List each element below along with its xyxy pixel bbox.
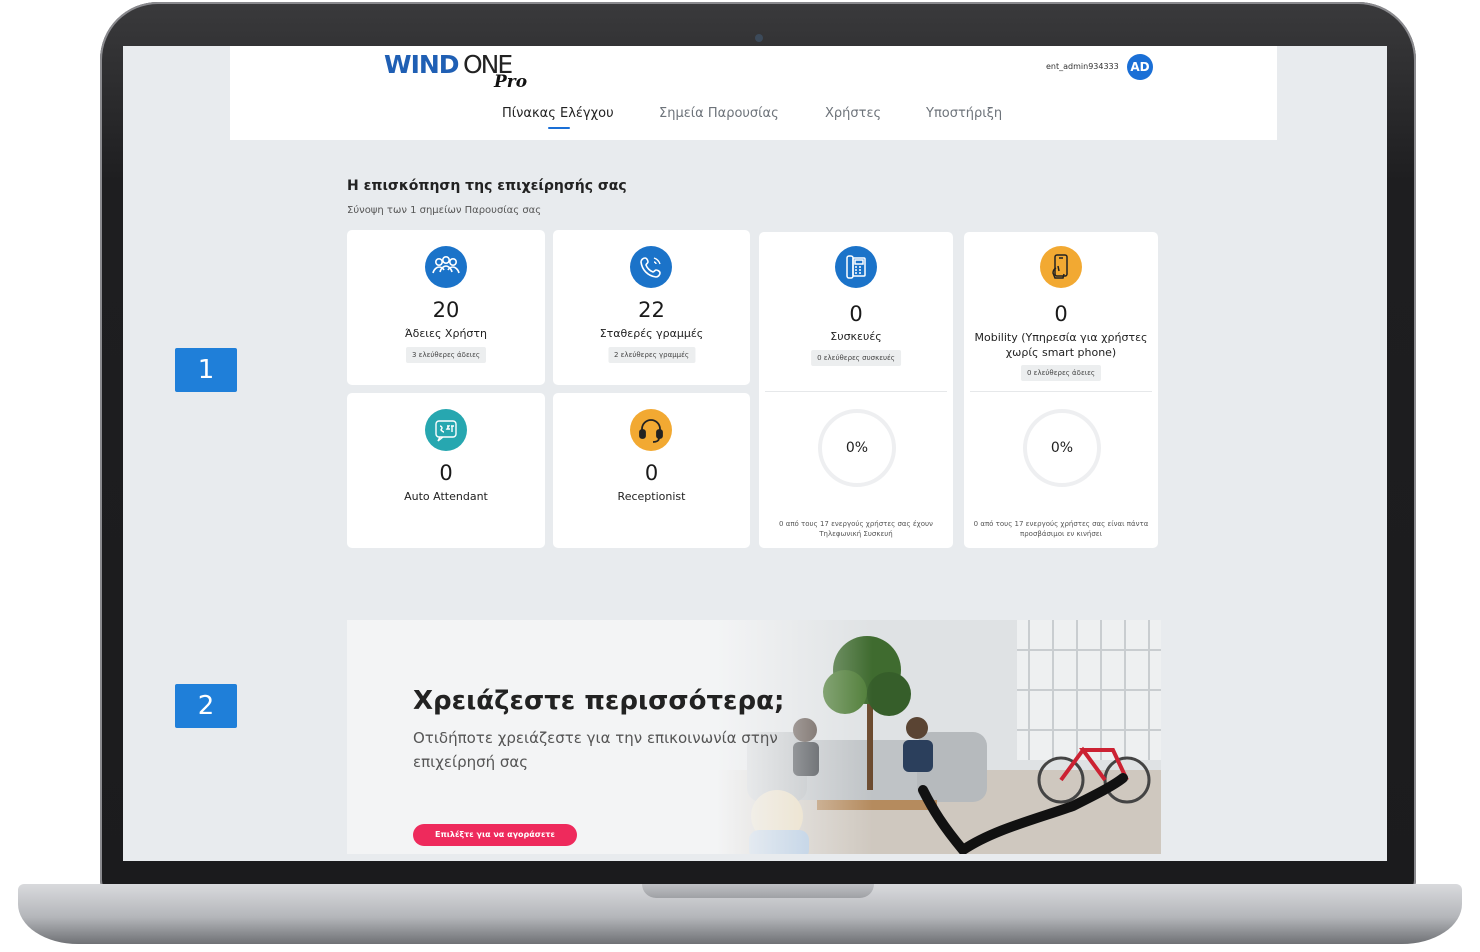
step-badge-2: 2 bbox=[175, 684, 237, 728]
buy-button[interactable]: Επιλέξτε για να αγοράσετε bbox=[413, 824, 577, 846]
card-auto-attendant[interactable]: 0 Auto Attendant bbox=[347, 393, 545, 548]
devices-label: Συσκευές bbox=[830, 330, 882, 343]
tab-users[interactable]: Χρήστες bbox=[825, 106, 881, 121]
desk-phone-icon bbox=[835, 246, 877, 288]
step-badge-1: 1 bbox=[175, 348, 237, 392]
card-receptionist[interactable]: 0 Receptionist bbox=[553, 393, 750, 548]
main-nav: Πίνακας Ελέγχου Σημεία Παρουσίας Χρήστες… bbox=[230, 106, 1277, 136]
promo-banner: Χρειάζεστε περισσότερα; Οτιδήποτε χρειάζ… bbox=[347, 620, 1161, 854]
auto-attendant-icon bbox=[425, 409, 467, 451]
card-mobility[interactable]: 0 Mobility (Υπηρεσία για χρήστες χωρίς s… bbox=[964, 232, 1158, 548]
tab-dashboard[interactable]: Πίνακας Ελέγχου bbox=[502, 106, 614, 129]
camera bbox=[755, 34, 763, 42]
laptop-base bbox=[18, 884, 1462, 944]
logo-wind: WIND bbox=[384, 50, 460, 79]
user-name[interactable]: ent_admin934333 bbox=[1046, 62, 1119, 71]
laptop-notch bbox=[642, 884, 874, 898]
lines-free-badge: 2 ελεύθερες γραμμές bbox=[607, 347, 696, 363]
auto-attendant-value: 0 bbox=[439, 461, 453, 485]
receptionist-label: Receptionist bbox=[617, 490, 686, 503]
auto-attendant-label: Auto Attendant bbox=[404, 490, 488, 503]
card-divider bbox=[970, 391, 1152, 392]
mobility-free-badge: 0 ελεύθερες άδειες bbox=[1020, 365, 1102, 381]
licenses-free-badge: 3 ελεύθερες άδειες bbox=[405, 347, 487, 363]
licenses-label: Άδειες Χρήστη bbox=[405, 327, 487, 340]
devices-percent: 0% bbox=[845, 440, 869, 456]
receptionist-value: 0 bbox=[644, 461, 659, 485]
tab-presence-points[interactable]: Σημεία Παρουσίας bbox=[659, 106, 779, 121]
lines-label: Σταθερές γραμμές bbox=[599, 327, 704, 340]
mobility-percent: 0% bbox=[1050, 440, 1074, 456]
lines-value: 22 bbox=[638, 298, 665, 322]
app-header: WIND ONE Pro ent_admin934333 AD Πίνακας … bbox=[230, 46, 1277, 140]
headset-icon bbox=[630, 409, 672, 451]
overview-title: Η επισκόπηση της επιχείρησής σας bbox=[347, 178, 627, 194]
devices-value: 0 bbox=[849, 302, 863, 326]
mobility-progress-ring: 0% bbox=[1023, 409, 1101, 487]
avatar[interactable]: AD bbox=[1127, 54, 1153, 80]
devices-progress-ring: 0% bbox=[818, 409, 896, 487]
mobility-label: Mobility (Υπηρεσία για χρήστες χωρίς sma… bbox=[974, 331, 1148, 359]
banner-subtitle: Οτιδήποτε χρειάζεστε για την επικοινωνία… bbox=[413, 729, 778, 771]
mobile-phone-icon bbox=[1040, 246, 1082, 288]
windone-pro-logo[interactable]: WIND ONE Pro bbox=[384, 48, 528, 94]
users-icon bbox=[425, 246, 467, 288]
tab-support[interactable]: Υποστήριξη bbox=[926, 106, 1002, 121]
card-user-licenses[interactable]: 20 Άδειες Χρήστη 3 ελεύθερες άδειες bbox=[347, 230, 545, 385]
phone-icon bbox=[630, 246, 672, 288]
card-fixed-lines[interactable]: 22 Σταθερές γραμμές 2 ελεύθερες γραμμές bbox=[553, 230, 750, 385]
devices-free-badge: 0 ελεύθερες συσκευές bbox=[811, 350, 901, 366]
card-devices[interactable]: 0 Συσκευές 0 ελεύθερες συσκευές 0% 0 από… bbox=[759, 232, 953, 548]
licenses-value: 20 bbox=[432, 298, 460, 322]
card-divider bbox=[765, 391, 947, 392]
mobility-footnote: 0 από τους 17 ενεργούς χρήστες σας είναι… bbox=[973, 520, 1149, 538]
overview-subtitle: Σύνοψη των 1 σημείων Παρουσίας σας bbox=[347, 205, 542, 216]
banner-title: Χρειάζεστε περισσότερα; bbox=[413, 686, 785, 716]
logo-pro: Pro bbox=[494, 72, 528, 92]
devices-footnote: 0 από τους 17 ενεργούς χρήστες σας έχουν… bbox=[779, 520, 933, 538]
screen: WIND ONE Pro ent_admin934333 AD Πίνακας … bbox=[123, 46, 1387, 861]
mobility-value: 0 bbox=[1054, 302, 1068, 326]
